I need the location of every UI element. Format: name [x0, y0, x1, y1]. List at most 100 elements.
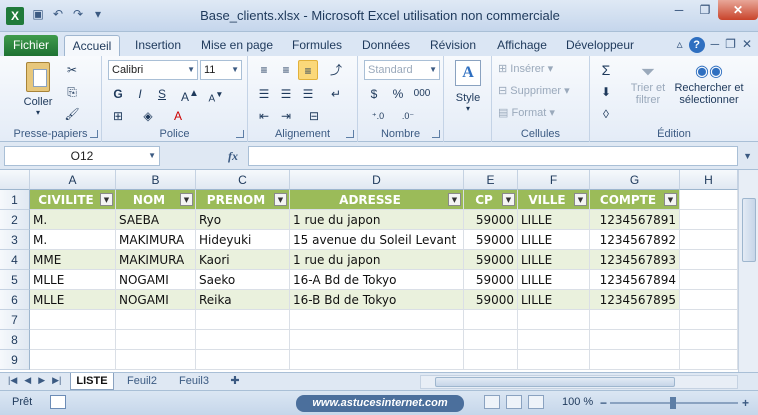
collapse-ribbon-icon[interactable]: ▵	[677, 37, 683, 53]
empty-cell[interactable]	[680, 250, 738, 270]
underline-button[interactable]: S	[152, 84, 172, 104]
table-cell[interactable]: Kaori	[196, 250, 290, 270]
italic-button[interactable]: I	[130, 84, 150, 104]
table-cell[interactable]: SAEBA	[116, 210, 196, 230]
empty-cell[interactable]	[518, 350, 590, 370]
insert-cells-button[interactable]: ⊞ Insérer ▾	[498, 62, 553, 75]
align-right-icon[interactable]: ☰	[298, 84, 318, 104]
formula-input[interactable]	[248, 146, 738, 166]
filter-dropdown-icon[interactable]: ▼	[664, 193, 677, 206]
empty-cell[interactable]	[116, 350, 196, 370]
column-header[interactable]: F	[518, 170, 590, 190]
row-header[interactable]: 5	[0, 270, 30, 290]
empty-cell[interactable]	[290, 310, 464, 330]
increase-decimal-icon[interactable]: ⁺.0	[368, 106, 388, 126]
filter-dropdown-icon[interactable]: ▼	[574, 193, 587, 206]
filter-dropdown-icon[interactable]: ▼	[180, 193, 193, 206]
table-header-cell[interactable]: ADRESSE ▼	[290, 190, 464, 210]
excel-app-icon[interactable]: X	[6, 7, 24, 25]
table-header-cell[interactable]: PRENOM ▼	[196, 190, 290, 210]
increase-indent-icon[interactable]: ⇥	[276, 106, 296, 126]
wrap-text-icon[interactable]: ↵	[326, 84, 346, 104]
normal-view-icon[interactable]	[484, 395, 500, 409]
doc-restore-button[interactable]: ❐	[725, 37, 736, 53]
empty-cell[interactable]	[116, 330, 196, 350]
table-cell[interactable]: 1234567893	[590, 250, 680, 270]
page-break-view-icon[interactable]	[528, 395, 544, 409]
table-cell[interactable]: Saeko	[196, 270, 290, 290]
autosum-icon[interactable]: Σ	[596, 60, 616, 80]
column-header[interactable]: A	[30, 170, 116, 190]
styles-button[interactable]: A Style ▾	[450, 60, 486, 113]
font-size-select[interactable]: 11 ▼	[200, 60, 242, 80]
tab-formules[interactable]: Formules	[286, 35, 348, 56]
sheet-tab-feuil3[interactable]: Feuil3	[170, 373, 218, 390]
empty-cell[interactable]	[590, 330, 680, 350]
align-bottom-icon[interactable]: ≡	[298, 60, 318, 80]
maximize-button[interactable]: ❐	[692, 0, 718, 20]
save-icon[interactable]: ▣	[30, 7, 46, 21]
zoom-out-icon[interactable]: −	[600, 396, 607, 410]
table-header-cell[interactable]: VILLE ▼	[518, 190, 590, 210]
format-painter-icon[interactable]: 🖌	[62, 104, 82, 124]
decrease-indent-icon[interactable]: ⇤	[254, 106, 274, 126]
tab-mise-en-page[interactable]: Mise en page	[196, 35, 278, 56]
close-button[interactable]: ✕	[718, 0, 758, 20]
table-header-cell[interactable]: CP ▼	[464, 190, 518, 210]
zoom-level[interactable]: 100 %	[562, 396, 593, 408]
bold-button[interactable]: G	[108, 84, 128, 104]
number-launcher-icon[interactable]	[432, 130, 440, 138]
table-cell[interactable]: 59000	[464, 290, 518, 310]
table-cell[interactable]: MLLE	[30, 290, 116, 310]
last-sheet-icon[interactable]: ▶|	[52, 375, 61, 386]
empty-cell[interactable]	[30, 310, 116, 330]
table-cell[interactable]: 1234567894	[590, 270, 680, 290]
row-header[interactable]: 9	[0, 350, 30, 370]
fill-icon[interactable]: ⬇	[596, 82, 616, 102]
table-cell[interactable]: 1234567892	[590, 230, 680, 250]
table-cell[interactable]: M.	[30, 230, 116, 250]
insert-function-icon[interactable]: fx	[228, 149, 238, 164]
empty-cell[interactable]	[680, 210, 738, 230]
filter-dropdown-icon[interactable]: ▼	[502, 193, 515, 206]
table-header-cell[interactable]: CIVILITE ▼	[30, 190, 116, 210]
table-cell[interactable]: Reika	[196, 290, 290, 310]
empty-cell[interactable]	[680, 310, 738, 330]
new-sheet-icon[interactable]: ✚	[224, 373, 246, 390]
empty-cell[interactable]	[680, 330, 738, 350]
table-cell[interactable]: 1234567895	[590, 290, 680, 310]
empty-cell[interactable]	[464, 330, 518, 350]
paste-button[interactable]: Coller ▾	[18, 62, 58, 117]
tab-accueil[interactable]: Accueil	[64, 35, 120, 56]
empty-cell[interactable]	[196, 330, 290, 350]
table-cell[interactable]: 15 avenue du Soleil Levant	[290, 230, 464, 250]
currency-button[interactable]: $	[364, 84, 384, 104]
column-header[interactable]: H	[680, 170, 738, 190]
row-header[interactable]: 6	[0, 290, 30, 310]
sheet-tab-liste[interactable]: LISTE	[70, 373, 114, 390]
table-cell[interactable]: LILLE	[518, 210, 590, 230]
doc-minimize-button[interactable]: ─	[711, 37, 720, 53]
table-cell[interactable]: Ryo	[196, 210, 290, 230]
empty-cell[interactable]	[680, 230, 738, 250]
vertical-scrollbar[interactable]	[738, 170, 758, 372]
table-cell[interactable]: 1 rue du japon	[290, 210, 464, 230]
empty-cell[interactable]	[518, 330, 590, 350]
table-cell[interactable]: 59000	[464, 270, 518, 290]
empty-cell[interactable]	[290, 350, 464, 370]
tab-insertion[interactable]: Insertion	[128, 35, 188, 56]
empty-cell[interactable]	[680, 290, 738, 310]
number-format-select[interactable]: Standard ▼	[364, 60, 440, 80]
clear-icon[interactable]: ◊	[596, 104, 616, 124]
empty-cell[interactable]	[464, 350, 518, 370]
zoom-slider[interactable]	[610, 397, 738, 409]
delete-cells-button[interactable]: ⊟ Supprimer ▾	[498, 84, 570, 97]
merge-cells-icon[interactable]: ⊟	[304, 106, 324, 126]
column-header[interactable]: B	[116, 170, 196, 190]
sheet-tab-feuil2[interactable]: Feuil2	[118, 373, 166, 390]
find-select-button[interactable]: ◉◉ Rechercher et sélectionner	[672, 62, 746, 106]
next-sheet-icon[interactable]: ▶	[38, 375, 45, 386]
empty-cell[interactable]	[196, 310, 290, 330]
table-cell[interactable]: NOGAMI	[116, 290, 196, 310]
grow-font-icon[interactable]: A▲	[180, 84, 200, 104]
